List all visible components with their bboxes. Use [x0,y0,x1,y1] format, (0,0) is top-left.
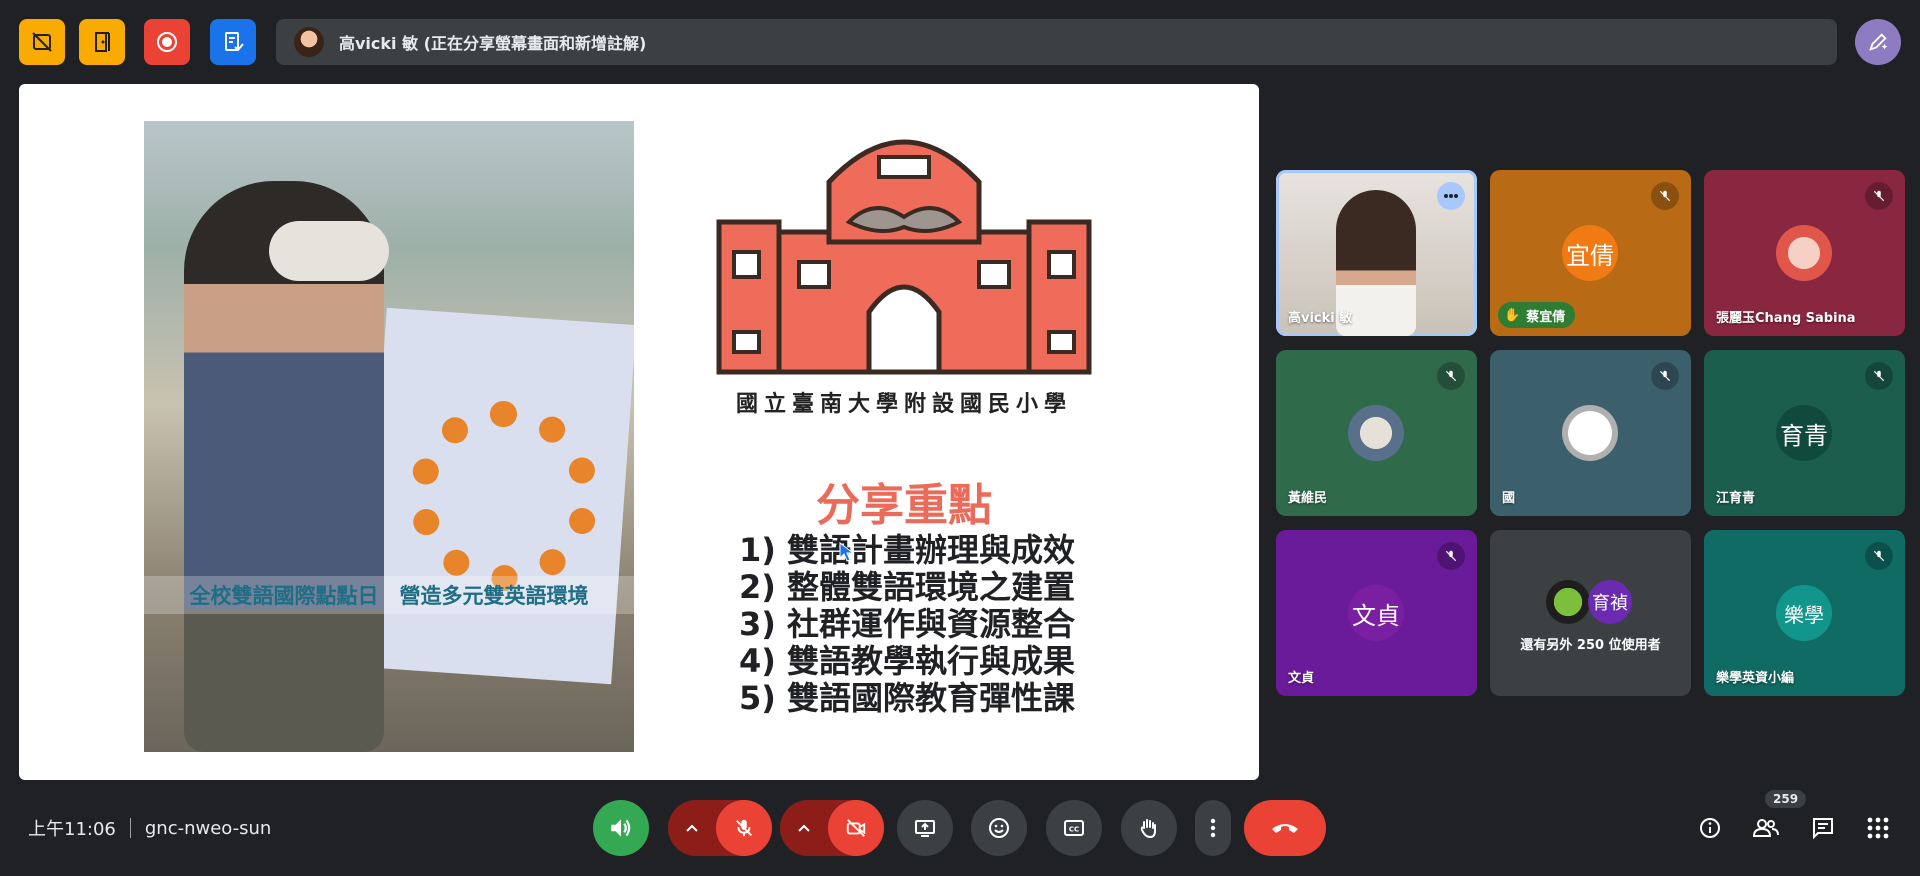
share-point-5: 5) 雙語國際教育彈性課 [739,679,1076,717]
participant-count-badge: 259 [1765,790,1807,808]
mic-options-chevron-icon[interactable] [668,823,716,833]
captions-icon: CC [1064,820,1084,836]
participant-name: 樂學英資小編 [1716,671,1795,686]
more-options-button[interactable] [1195,800,1231,856]
participant-tile[interactable]: 張麗玉Chang Sabina [1704,170,1905,336]
speaker-button[interactable] [593,800,649,856]
participant-tile[interactable]: 文貞 文貞 [1276,530,1477,696]
participant-name: 黃維民 [1288,491,1328,506]
hang-up-icon [1272,824,1298,833]
share-point-4: 4) 雙語教學執行與成果 [739,642,1076,680]
captions-button[interactable]: CC [1046,800,1102,856]
mic-off-icon [1651,362,1679,390]
presenter-avatar [294,27,324,57]
share-points: 1) 雙語計畫辦理與成效 2) 整體雙語環境之建置 3) 社群運作與資源整合 4… [739,532,1075,717]
participant-avatar [1562,405,1618,461]
participant-name: 國 [1502,491,1516,506]
photo-caption: 全校雙語國際點點日 營造多元雙英語環境 [144,576,634,614]
people-button[interactable] [1751,815,1781,841]
people-icon [1752,819,1779,837]
mic-off-icon [1437,362,1465,390]
school-logo [716,139,1092,375]
participant-avatar [1348,405,1404,461]
emoji-icon [989,818,1009,838]
meeting-details-button[interactable] [1695,815,1725,841]
presenter-text: 高vicki 敏 (正在分享螢幕畫面和新增註解) [339,34,647,53]
participant-avatar: 文貞 [1348,585,1404,641]
apps-grid-icon [1867,817,1889,839]
participant-name: 張麗玉Chang Sabina [1716,311,1856,326]
meeting-code: gnc-nweo-sun [144,817,272,839]
more-participants-label: 還有另外 250 位使用者 [1520,638,1661,653]
mouse-cursor-icon [839,542,855,562]
participant-tile[interactable]: 黃維民 [1276,350,1477,516]
leave-call-button[interactable] [1244,800,1326,856]
more-vert-icon [1210,818,1216,838]
participant-avatar: 宜倩 [1562,225,1618,281]
mic-toggle-button[interactable] [716,800,772,856]
annotate-pen-icon[interactable] [1855,19,1901,65]
mic-off-icon [1865,182,1893,210]
participant-name: 高vicki 敏 [1288,311,1353,326]
speaker-icon [611,819,631,837]
mic-off-icon [1865,542,1893,570]
record-icon[interactable] [144,19,190,65]
pill-name: 蔡宜倩 [1526,309,1566,325]
dot-painting [409,401,599,591]
mic-control[interactable] [668,800,772,856]
camera-options-chevron-icon[interactable] [780,823,828,833]
participant-tile[interactable]: 宜倩 ✋ 蔡宜倩 [1490,170,1691,336]
participant-avatar [1776,225,1832,281]
participant-tile-presenter[interactable]: 高vicki 敏 [1276,170,1477,336]
mic-off-icon [736,819,752,837]
clock: 上午11:06 [28,819,116,840]
reactions-button[interactable] [971,800,1027,856]
participant-avatar: 樂學 [1776,585,1832,641]
presenter-banner: 高vicki 敏 (正在分享螢幕畫面和新增註解) [276,19,1837,65]
shared-screen: 全校雙語國際點點日 營造多元雙英語環境 國立臺南大學附設國民小學 分享重點 1)… [19,84,1259,780]
meeting-info: 上午11:06 gnc-nweo-sun [28,815,271,841]
speaking-pill: ✋ 蔡宜倩 [1498,302,1576,328]
camera-toggle-button[interactable] [828,800,884,856]
form-icon[interactable] [210,19,256,65]
svg-text:CC: CC [1069,826,1079,834]
owl-mask [269,221,389,281]
share-point-3: 3) 社群運作與資源整合 [739,605,1076,643]
chat-button[interactable] [1808,815,1838,841]
participant-tile[interactable]: 國 [1490,350,1691,516]
school-name: 國立臺南大學附設國民小學 [735,392,1072,417]
share-point-1: 1) 雙語計畫辦理與成效 [739,531,1076,569]
more-participants-tile[interactable]: 育禎 還有另外 250 位使用者 [1490,530,1691,696]
participant-avatar [1546,580,1590,624]
mic-off-icon [1865,362,1893,390]
camera-off-icon [846,819,866,837]
mic-off-icon [1651,182,1679,210]
divider [129,818,131,838]
door-icon[interactable] [79,19,125,65]
present-icon [915,820,935,837]
participant-name: 江育青 [1716,491,1756,506]
participant-name: 文貞 [1288,671,1315,686]
hand-icon [1140,819,1156,839]
more-options-icon[interactable] [1437,182,1465,210]
share-title: 分享重點 [816,480,992,531]
present-screen-button[interactable] [897,800,953,856]
camera-control[interactable] [780,800,884,856]
raise-hand-button[interactable] [1121,800,1177,856]
video-off-icon[interactable] [19,19,65,65]
participant-avatar: 育青 [1776,405,1832,461]
participant-tile[interactable]: 育青 江育青 [1704,350,1905,516]
share-point-2: 2) 整體雙語環境之建置 [739,568,1076,606]
mic-off-icon [1437,542,1465,570]
participant-avatar: 育禎 [1588,580,1632,624]
hand-icon: ✋ [1504,307,1521,323]
participant-tile[interactable]: 樂學 樂學英資小編 [1704,530,1905,696]
info-icon [1700,818,1720,838]
chat-icon [1813,818,1833,840]
activities-button[interactable] [1863,815,1893,841]
slide-photo: 全校雙語國際點點日 營造多元雙英語環境 [144,121,634,752]
